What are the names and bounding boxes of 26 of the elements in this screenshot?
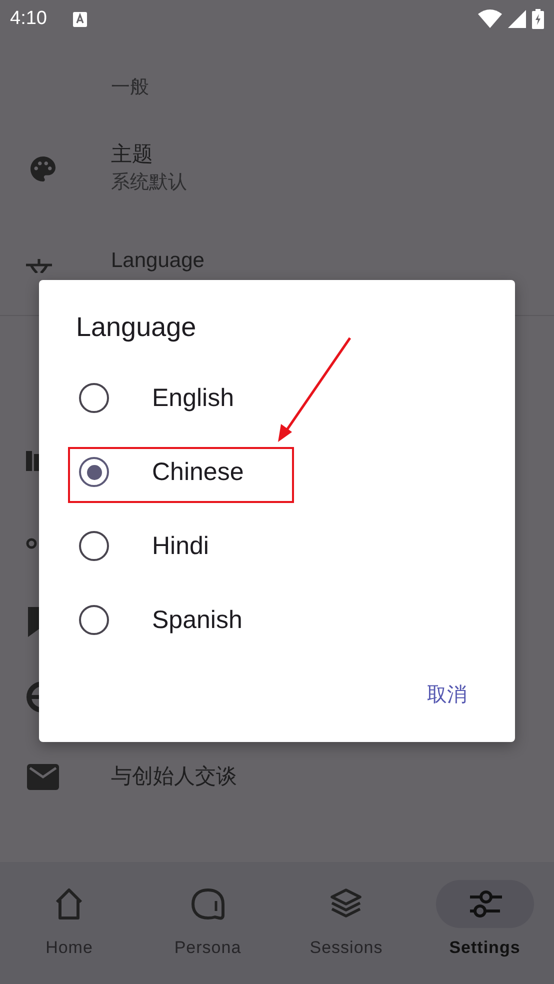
mail-icon bbox=[27, 764, 59, 790]
wifi-icon bbox=[478, 9, 502, 29]
palette-icon bbox=[28, 154, 58, 184]
language-option[interactable]: Chinese bbox=[39, 435, 515, 509]
node-icon bbox=[26, 538, 37, 549]
radio-button[interactable] bbox=[79, 457, 109, 487]
radio-button[interactable] bbox=[79, 531, 109, 561]
setting-title: Language bbox=[111, 248, 204, 274]
sliders-icon bbox=[468, 889, 502, 919]
setting-title: 与创始人交谈 bbox=[111, 764, 237, 790]
signal-icon bbox=[508, 10, 526, 28]
cancel-button[interactable]: 取消 bbox=[423, 675, 471, 714]
radio-button[interactable] bbox=[79, 383, 109, 413]
notification-icon bbox=[72, 12, 87, 26]
language-option[interactable]: English bbox=[39, 361, 515, 435]
speech-bubble-icon bbox=[190, 887, 225, 921]
section-header: 一般 bbox=[110, 76, 150, 100]
language-option[interactable]: Hindi bbox=[39, 509, 515, 583]
setting-title: 主题 bbox=[111, 142, 154, 168]
language-option[interactable]: Spanish bbox=[39, 583, 515, 657]
status-time: 4:10 bbox=[10, 8, 47, 30]
setting-value: 系统默认 bbox=[111, 171, 187, 195]
bars-icon bbox=[26, 451, 39, 471]
dialog-title: Language bbox=[76, 312, 196, 343]
battery-icon bbox=[532, 9, 544, 29]
radio-button[interactable] bbox=[79, 605, 109, 635]
